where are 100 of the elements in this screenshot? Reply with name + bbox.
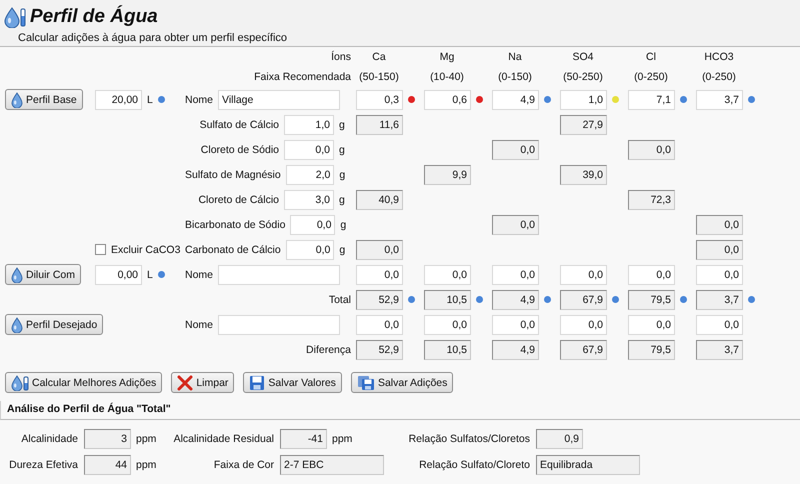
unit-label: ppm [136, 433, 156, 445]
field-label: Relação Sulfatos/Cloretos [408, 433, 530, 445]
input-field[interactable]: 0,0 [290, 214, 336, 234]
salt-label: Cloreto de Sódio [200, 144, 279, 156]
salt-label: Carbonato de Cálcio [185, 244, 281, 256]
input-field[interactable]: 0,0 [424, 264, 471, 284]
input-field[interactable]: 0,0 [286, 240, 334, 260]
input-field[interactable]: 20,00 [95, 90, 142, 110]
result-field: Equilibrada [536, 455, 640, 475]
result-field: 0,0 [628, 140, 675, 160]
ion-range: (50-150) [358, 71, 400, 83]
result-field: 52,9 [356, 340, 403, 360]
input-field[interactable]: 0,0 [492, 314, 539, 334]
result-field: 11,6 [356, 114, 403, 134]
ion-name: Mg [438, 51, 456, 63]
field-label: Relação Sulfato/Cloreto [418, 459, 530, 471]
ion-range: (0-150) [497, 71, 533, 83]
input-field[interactable]: 0,00 [95, 264, 142, 284]
name-field[interactable] [218, 314, 340, 334]
result-field: 0,0 [696, 240, 743, 260]
salt-label: Cloreto de Cálcio [198, 194, 279, 206]
ion-range: (0-250) [633, 71, 669, 83]
unit-label: g [339, 244, 346, 256]
result-field: 3 [84, 429, 131, 449]
ion-name: SO4 [571, 51, 594, 63]
input-field[interactable]: 1,0 [560, 90, 607, 110]
ion-name: Na [507, 51, 523, 63]
cross-icon [177, 374, 194, 390]
input-field[interactable]: 0,0 [560, 264, 607, 284]
input-field[interactable]: 0,0 [628, 264, 675, 284]
result-field: 72,3 [628, 190, 675, 210]
input-field[interactable]: 0,0 [696, 264, 743, 284]
input-field[interactable]: 0,3 [356, 90, 403, 110]
result-field: 79,5 [628, 340, 675, 360]
action-button[interactable]: Limpar [171, 372, 234, 393]
result-field: 67,9 [560, 340, 607, 360]
column-label: Íons [331, 51, 351, 63]
input-field[interactable]: 3,0 [284, 190, 334, 210]
result-field: 2-7 EBC [280, 455, 384, 475]
input-field[interactable]: 0,0 [424, 314, 471, 334]
field-label: Nome [185, 268, 214, 280]
result-field: 10,5 [424, 340, 471, 360]
input-field[interactable]: 0,0 [560, 314, 607, 334]
profile-button[interactable]: Perfil Base [5, 89, 83, 110]
checkbox-label: Excluir CaCO3 [111, 244, 180, 256]
drop-and-tube-icon [11, 374, 29, 390]
profile-button[interactable]: Perfil Desejado [5, 314, 104, 335]
input-field[interactable]: 0,0 [356, 314, 403, 334]
action-button[interactable]: Salvar Valores [243, 372, 342, 393]
result-field: 52,9 [356, 290, 403, 310]
result-field: 3,7 [696, 290, 743, 310]
input-field[interactable]: 3,7 [696, 90, 743, 110]
section-title: Análise do Perfil de Água "Total" [0, 401, 800, 420]
name-field[interactable]: Village [218, 90, 340, 110]
unit-label: g [339, 118, 346, 130]
result-field: 27,9 [560, 114, 607, 134]
unit-label: ppm [136, 459, 156, 471]
result-field: 67,9 [560, 290, 607, 310]
unit-label: L [147, 268, 153, 280]
input-field[interactable]: 2,0 [286, 164, 334, 184]
ion-name: HCO3 [703, 51, 735, 63]
field-label: Dureza Efetiva [8, 459, 78, 471]
page-subtitle: Calcular adições à água para obter um perfil específico [17, 32, 288, 44]
field-label: Nome [185, 94, 214, 106]
unit-label: g [339, 194, 346, 206]
row-label: Diferença [306, 344, 351, 356]
unit-label: g [340, 218, 348, 230]
floppy-disks-icon [356, 374, 375, 390]
input-field[interactable]: 0,0 [492, 264, 539, 284]
ion-name: Ca [371, 51, 387, 63]
input-field[interactable]: 0,0 [628, 314, 675, 334]
input-field[interactable]: 0,6 [424, 90, 471, 110]
row-label: Total [328, 294, 351, 306]
field-label: Faixa de Cor [212, 459, 274, 471]
unit-label: g [339, 144, 346, 156]
result-field: 10,5 [424, 290, 471, 310]
field-label: Nome [185, 318, 214, 330]
result-field: 0,0 [492, 140, 539, 160]
result-field: 4,9 [492, 340, 539, 360]
result-field: 44 [84, 455, 131, 475]
input-field[interactable]: 4,9 [492, 90, 539, 110]
input-field[interactable]: 1,0 [284, 114, 334, 134]
result-field: -41 [280, 429, 327, 449]
ion-range: (10-40) [429, 71, 465, 83]
checkbox[interactable] [95, 244, 106, 255]
drop-and-tube-icon [4, 6, 26, 28]
input-field[interactable]: 0,0 [696, 314, 743, 334]
profile-button[interactable]: Diluir Com [5, 264, 82, 285]
action-button[interactable]: Calcular Melhores Adições [5, 372, 162, 393]
field-label: Alcalinidade [20, 433, 78, 445]
ion-name: Cl [645, 51, 657, 63]
input-field[interactable]: 0,0 [284, 140, 334, 160]
input-field[interactable]: 7,1 [628, 90, 675, 110]
unit-label: ppm [332, 433, 352, 445]
column-label: Faixa Recomendada [254, 71, 351, 83]
action-button[interactable]: Salvar Adições [350, 372, 454, 393]
water-drop-icon [11, 92, 23, 108]
input-field[interactable]: 0,0 [356, 264, 403, 284]
ion-range: (0-250) [701, 71, 737, 83]
name-field[interactable] [218, 264, 340, 284]
